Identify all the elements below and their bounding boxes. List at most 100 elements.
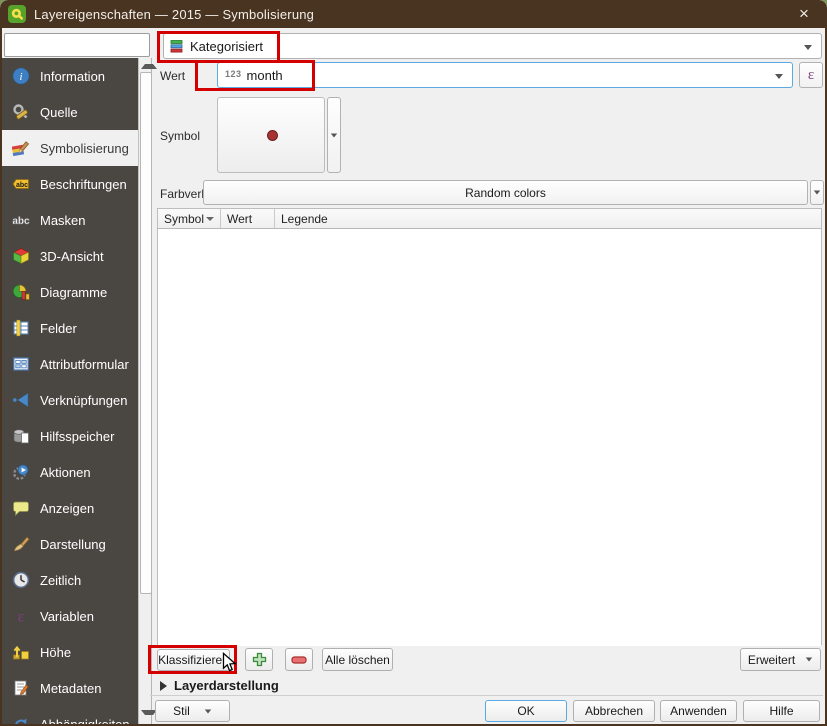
color-ramp-value: Random colors [465, 185, 546, 200]
ok-button[interactable]: OK [485, 700, 567, 722]
column-header-symbol[interactable]: Symbol [158, 209, 221, 228]
categories-table-header: Symbol Wert Legende [158, 209, 821, 229]
footer-separator [150, 695, 823, 696]
sidebar-item-label: Zeitlich [40, 572, 82, 588]
sidebar-item-label: Höhe [40, 644, 72, 660]
masks-abc-icon: abc [11, 210, 31, 230]
source-tools-icon [11, 102, 31, 122]
sidebar-item-label: Darstellung [40, 536, 106, 552]
renderer-type-combobox[interactable]: Kategorisiert [163, 33, 822, 59]
chevron-down-icon [330, 133, 338, 137]
sidebar-item-attributformular[interactable]: Attributformular [2, 346, 138, 382]
classify-button[interactable]: Klassifizieren [157, 649, 230, 671]
renderer-selected-label: Kategorisiert [190, 38, 263, 54]
layer-rendering-label: Layerdarstellung [174, 678, 279, 693]
scrollbar-thumb[interactable] [140, 72, 152, 594]
dependencies-icon [11, 714, 31, 724]
symbol-dropdown-button[interactable] [327, 97, 341, 173]
properties-sidebar: i Information Quelle Symbolisierung abc Besch… [2, 58, 138, 724]
layer-properties-dialog: Layereigenschaften — 2015 — Symbolisieru… [0, 0, 827, 726]
window-title: Layereigenschaften — 2015 — Symbolisieru… [34, 6, 315, 22]
categories-table[interactable]: Symbol Wert Legende [157, 208, 822, 646]
chevron-down-icon [775, 74, 783, 79]
plus-icon [252, 652, 266, 667]
sidebar-item-label: Metadaten [40, 680, 102, 696]
sidebar-item-label: Variablen [40, 608, 94, 624]
cancel-button[interactable]: Abbrechen [573, 700, 655, 722]
sidebar-item-aktionen[interactable]: Aktionen [2, 454, 138, 490]
sidebar-item-3d-ansicht[interactable]: 3D-Ansicht [2, 238, 138, 274]
sidebar-item-label: Masken [40, 212, 86, 228]
symbol-preview-button[interactable] [217, 97, 325, 173]
chevron-down-icon [804, 45, 812, 50]
add-category-button[interactable] [245, 648, 273, 671]
layer-rendering-group[interactable]: Layerdarstellung [160, 678, 279, 693]
column-header-legende[interactable]: Legende [275, 209, 821, 228]
sidebar-item-verknuepfungen[interactable]: Verknüpfungen [2, 382, 138, 418]
help-button[interactable]: Hilfe [743, 700, 820, 722]
sidebar-item-diagramme[interactable]: Diagramme [2, 274, 138, 310]
numeric-field-icon: 123 [225, 69, 242, 79]
temporal-clock-icon [11, 570, 31, 590]
sidebar-item-zeitlich[interactable]: Zeitlich [2, 562, 138, 598]
value-label: Wert [160, 69, 186, 83]
variables-epsilon-icon: ε [11, 606, 31, 626]
sidebar-item-hilfsspeicher[interactable]: Hilfsspeicher [2, 418, 138, 454]
color-ramp-dropdown-button[interactable] [810, 180, 824, 205]
sidebar-item-label: Hilfsspeicher [40, 428, 115, 444]
rendering-brush-icon [11, 534, 31, 554]
form-icon [11, 354, 31, 374]
sidebar-item-beschriftungen[interactable]: abc Beschriftungen [2, 166, 138, 202]
sidebar-item-label: Information [40, 68, 106, 84]
sidebar-item-abhaengigkeiten[interactable]: Abhängigkeiten [2, 706, 138, 724]
categories-table-body-empty [158, 229, 821, 646]
delete-all-button[interactable]: Alle löschen [322, 648, 393, 671]
fields-table-icon [11, 318, 31, 338]
qgis-logo-icon [8, 5, 26, 23]
search-input[interactable] [10, 35, 169, 55]
advanced-button[interactable]: Erweitert [740, 648, 821, 671]
map-tip-bubble-icon [11, 498, 31, 518]
remove-category-button[interactable] [285, 648, 313, 671]
sidebar-item-label: Symbolisierung [40, 140, 129, 156]
style-menu-button[interactable]: Stil [155, 700, 230, 722]
svg-text:abc: abc [12, 216, 30, 227]
expand-triangle-icon [160, 680, 167, 691]
sidebar-item-hoehe[interactable]: Höhe [2, 634, 138, 670]
value-field-combobox[interactable]: 123 month [217, 62, 793, 88]
sidebar-item-variablen[interactable]: ε Variablen [2, 598, 138, 634]
window-frame-left [0, 28, 2, 726]
expression-builder-button[interactable]: ε [799, 62, 823, 88]
sidebar-scrollbar[interactable] [138, 58, 157, 724]
column-header-wert[interactable]: Wert [221, 209, 275, 228]
pie-chart-icon [11, 282, 31, 302]
svg-text:abc: abc [16, 182, 28, 189]
search-box[interactable] [4, 33, 169, 57]
sidebar-item-felder[interactable]: Felder [2, 310, 138, 346]
apply-button[interactable]: Anwenden [660, 700, 737, 722]
sidebar-item-label: Diagramme [40, 284, 108, 300]
categorized-renderer-icon [170, 39, 184, 53]
color-ramp-combobox[interactable]: Random colors [203, 180, 808, 205]
sidebar-item-quelle[interactable]: Quelle [2, 94, 138, 130]
metadata-doc-icon [11, 678, 31, 698]
marker-symbol-dot-icon [267, 130, 278, 141]
sidebar-item-anzeigen[interactable]: Anzeigen [2, 490, 138, 526]
sidebar-item-metadaten[interactable]: Metadaten [2, 670, 138, 706]
sidebar-item-masken[interactable]: abc Masken [2, 202, 138, 238]
scroll-up-icon[interactable] [141, 64, 157, 69]
symbol-label: Symbol [160, 129, 201, 143]
sidebar-item-darstellung[interactable]: Darstellung [2, 526, 138, 562]
chevron-down-icon [805, 657, 813, 662]
sidebar-item-label: Attributformular [40, 356, 129, 372]
close-icon[interactable]: × [791, 3, 817, 25]
information-icon: i [11, 66, 31, 86]
joins-triangle-icon [11, 390, 31, 410]
sidebar-item-label: Aktionen [40, 464, 91, 480]
sidebar-item-symbolisierung[interactable]: Symbolisierung [2, 130, 138, 166]
sidebar-item-label: Verknüpfungen [40, 392, 128, 408]
sidebar-item-label: Abhängigkeiten [40, 716, 130, 725]
sidebar-item-information[interactable]: i Information [2, 58, 138, 94]
minus-icon [291, 655, 307, 664]
sidebar-item-label: 3D-Ansicht [40, 248, 104, 264]
